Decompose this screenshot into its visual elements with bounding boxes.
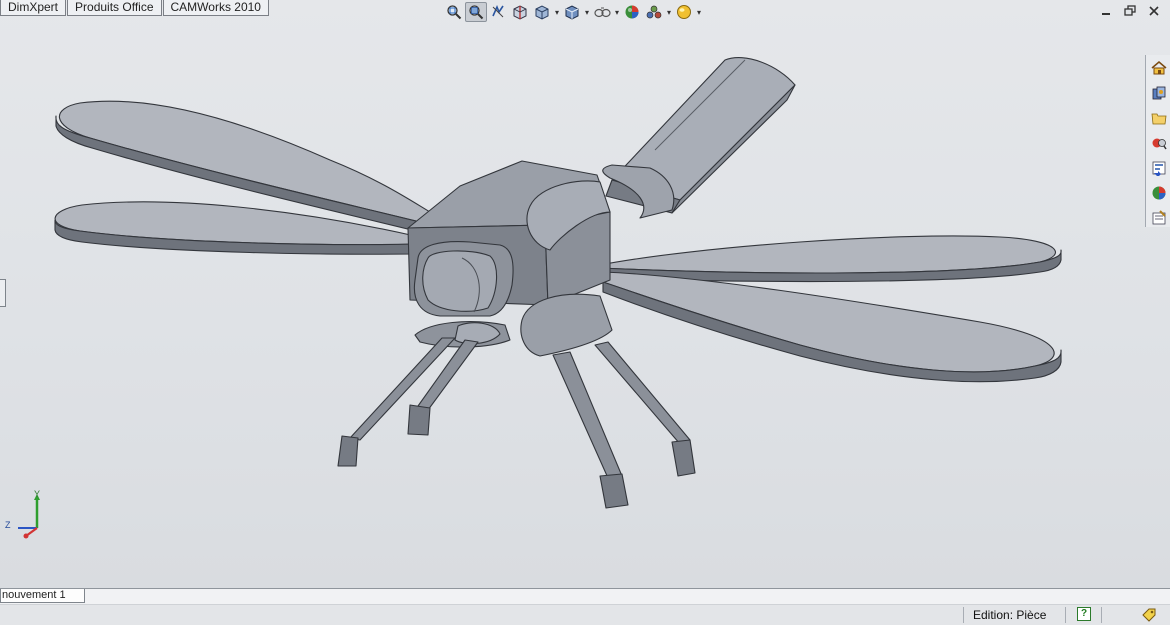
appearances-icon[interactable] [1147,181,1170,205]
dragonfly-part-model[interactable] [0,0,1170,588]
custom-properties-icon[interactable] [1147,206,1170,230]
status-separator [1101,607,1102,623]
view-palette-icon[interactable] [1147,156,1170,180]
reference-triad: Y Z [5,490,40,539]
search-icon[interactable] [1147,131,1170,155]
z-axis-label: Z [5,520,11,530]
help-icon[interactable]: ? [1077,607,1091,621]
design-library-icon[interactable] [1147,81,1170,105]
home-icon[interactable] [1147,56,1170,80]
status-separator [963,607,964,623]
task-pane [1145,55,1170,227]
file-explorer-icon[interactable] [1147,106,1170,130]
status-edit-mode: Edition: Pièce [973,608,1047,622]
graphics-area[interactable]: DimXpert Produits Office CAMWorks 2010 ▾… [0,0,1170,588]
tab-motion-study[interactable]: nouvement 1 [0,589,85,603]
feature-manager-collapse-handle[interactable] [0,279,6,307]
y-axis-label: Y [34,490,40,499]
tag-icon[interactable] [1141,607,1157,623]
status-bar: Edition: Pièce ? [0,604,1170,625]
bottom-tab-strip: nouvement 1 [0,588,1170,605]
status-separator [1065,607,1066,623]
